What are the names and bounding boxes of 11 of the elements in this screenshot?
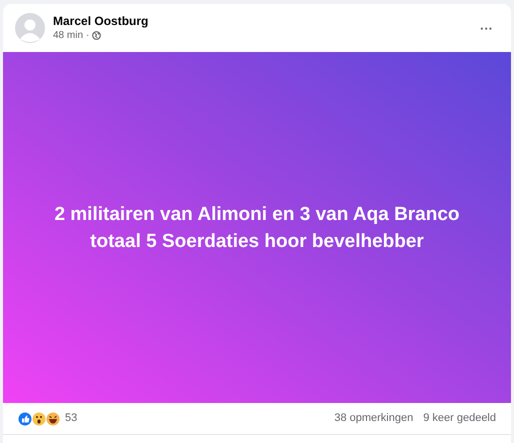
shares-count[interactable]: 9 keer gedeeld [423, 410, 496, 427]
globe-icon [92, 31, 102, 40]
post-text-line: 2 militairen van Alimoni en 3 van Aqa Branco [54, 202, 460, 226]
post-time[interactable]: 48 min [53, 29, 84, 42]
post-text-line: totaal 5 Soerdaties hoor bevelhebber [90, 230, 424, 254]
reaction-count[interactable]: 53 [65, 410, 78, 427]
more-options-button[interactable]: ··· [474, 22, 499, 34]
separator: · [86, 29, 90, 42]
comments-count[interactable]: 38 opmerkingen [334, 410, 414, 427]
author-name[interactable]: Marcel Oostburg [53, 14, 466, 29]
reaction-icons[interactable] [18, 412, 60, 426]
